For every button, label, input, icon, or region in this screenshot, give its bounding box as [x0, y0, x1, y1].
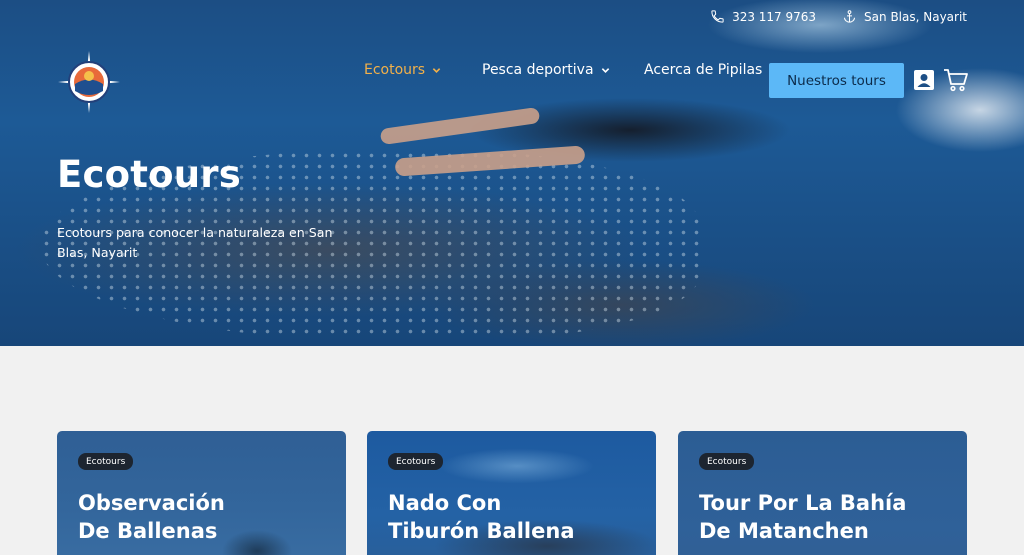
category-badge: Ecotours [78, 453, 134, 470]
card-title: Nado Con Tiburón Ballena [388, 489, 648, 545]
nav-item-label: Acerca de Pipilas [644, 62, 763, 78]
card-title-line: De Ballenas [78, 519, 218, 543]
nav-item-label: Ecotours [364, 62, 426, 78]
location-text: San Blas, Nayarit [864, 9, 967, 24]
page-title: Ecotours [57, 153, 241, 196]
nuestros-tours-button[interactable]: Nuestros tours [769, 63, 904, 98]
nav-item-ecotours[interactable]: Ecotours [364, 60, 441, 80]
logo-compass [58, 51, 120, 113]
hero-section: 323 117 9763 San Blas, Nayarit Ecotours … [0, 0, 1024, 346]
card-title-line: De Matanchen [699, 519, 869, 543]
nav-item-pesca-deportiva[interactable]: Pesca deportiva [482, 60, 610, 80]
category-badge: Ecotours [388, 453, 444, 470]
phone-icon [711, 10, 724, 23]
nav-item-acerca[interactable]: Acerca de Pipilas [644, 60, 762, 80]
user-icon[interactable] [913, 69, 935, 91]
card-title-line: Tiburón Ballena [388, 519, 575, 543]
tour-card-observacion-ballenas[interactable]: Ecotours Observación De Ballenas [57, 431, 346, 555]
tour-card-nado-tiburon-ballena[interactable]: Ecotours Nado Con Tiburón Ballena [367, 431, 656, 555]
chevron-down-icon [601, 67, 609, 73]
card-title: Observación De Ballenas [78, 489, 338, 545]
nav-item-label: Pesca deportiva [482, 62, 594, 78]
anchor-icon [844, 10, 856, 23]
logo[interactable] [58, 51, 120, 113]
topbar: 323 117 9763 San Blas, Nayarit [710, 9, 967, 24]
cart-icon[interactable] [943, 68, 969, 92]
card-title-line: Nado Con [388, 491, 502, 515]
card-title: Tour Por La Bahía De Matanchen [699, 489, 959, 545]
tour-card-bahia-matanchen[interactable]: Ecotours Tour Por La Bahía De Matanchen [678, 431, 967, 555]
card-title-line: Tour Por La Bahía [699, 491, 907, 515]
phone-number: 323 117 9763 [732, 9, 817, 24]
chevron-down-icon [432, 67, 441, 73]
card-title-line: Observación [78, 491, 225, 515]
hero-subtitle: Ecotours para conocer la naturaleza en S… [57, 225, 333, 260]
category-badge: Ecotours [699, 453, 755, 470]
location-link[interactable]: San Blas, Nayarit [842, 9, 967, 24]
phone-link[interactable]: 323 117 9763 [710, 9, 816, 24]
